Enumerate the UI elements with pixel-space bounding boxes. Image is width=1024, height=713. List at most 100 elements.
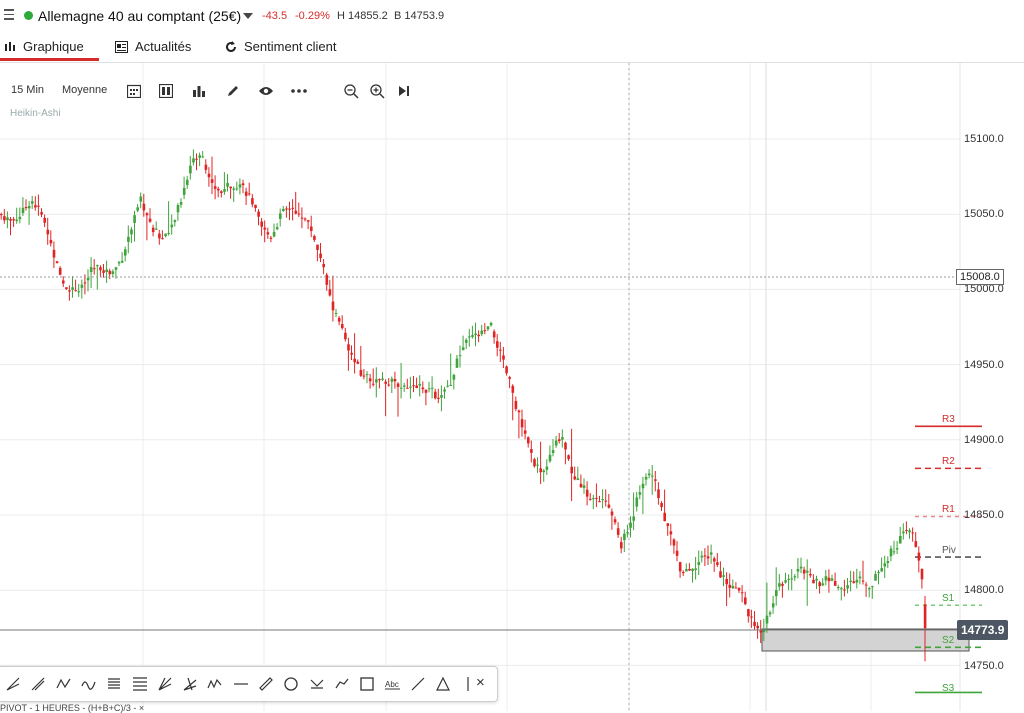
candle-body [790, 578, 794, 580]
trend-line-icon[interactable] [30, 676, 46, 692]
candle-body [554, 440, 558, 446]
indicator-selector[interactable]: Moyenne [62, 84, 107, 96]
chevron-down-icon[interactable] [243, 13, 253, 19]
candle-body [437, 397, 440, 399]
tab-sentiment[interactable]: Sentiment client [225, 39, 337, 54]
candle-body [71, 287, 74, 290]
circle-icon[interactable] [283, 676, 299, 692]
eye-icon[interactable] [258, 85, 274, 97]
bar-chart-icon[interactable] [192, 84, 206, 98]
pitchfork-icon[interactable] [182, 676, 198, 692]
candle-body [669, 531, 673, 535]
refresh-icon [226, 40, 236, 52]
candle-body [93, 268, 96, 270]
candle-body [744, 597, 747, 605]
candle-body [186, 179, 189, 185]
candle-body [415, 385, 418, 389]
candle-body [96, 265, 99, 267]
candle-body [418, 383, 422, 386]
gann-fan-icon[interactable] [157, 676, 173, 692]
zoom-in-icon[interactable] [370, 84, 385, 99]
candles [0, 149, 927, 662]
fib-fan-icon[interactable] [5, 676, 21, 692]
skip-to-end-icon[interactable] [398, 85, 410, 97]
candle-body [871, 586, 874, 588]
more-icon[interactable] [291, 88, 307, 94]
candle-body [517, 410, 521, 413]
candle-body [251, 198, 254, 205]
pencil-icon[interactable] [226, 84, 240, 98]
candle-body [285, 208, 288, 210]
candle-body [114, 267, 118, 270]
candle-body [539, 468, 542, 473]
rectangle-icon[interactable] [359, 676, 375, 692]
candle-body [235, 188, 239, 190]
candle-body [654, 479, 657, 481]
price-chart[interactable] [0, 63, 1024, 711]
candle-body [868, 588, 871, 590]
candle-body [644, 476, 648, 480]
candle-body [802, 569, 806, 574]
triangle-icon[interactable] [435, 676, 451, 692]
gann-grid-icon[interactable] [106, 676, 122, 692]
candle-body [173, 220, 177, 223]
ruler-icon[interactable] [258, 676, 274, 692]
candle-body [864, 584, 868, 586]
candle-body [840, 588, 843, 590]
tab-chart[interactable]: Graphique [4, 39, 84, 54]
candle-body [905, 530, 908, 532]
candle-body [858, 576, 862, 579]
candle-body [725, 578, 728, 585]
path-icon[interactable] [334, 676, 350, 692]
candle-body [632, 516, 635, 521]
candle-body [703, 555, 707, 557]
candle-body [27, 206, 31, 209]
tab-news[interactable]: Actualités [115, 39, 191, 54]
candle-body [269, 237, 273, 239]
candle-body [821, 583, 825, 586]
candle-body [424, 389, 428, 393]
elliott-wave-icon[interactable] [207, 676, 223, 692]
candle-body [412, 385, 415, 387]
layout-icon[interactable] [159, 84, 173, 98]
close-toolbar-button[interactable]: × [476, 674, 485, 691]
hamburger-menu-icon[interactable] [4, 9, 14, 23]
text-icon[interactable]: Abc [384, 676, 401, 692]
zoom-out-icon[interactable] [344, 84, 359, 99]
y-tick-label: 15100.0 [964, 133, 1004, 145]
candle-body [548, 454, 552, 462]
candle-body [697, 562, 701, 566]
candle-body [914, 541, 918, 547]
pivot-label-piv: Piv [942, 545, 956, 556]
calendar-icon[interactable] [127, 84, 141, 98]
candle-body [37, 205, 40, 207]
pivot-label-s1: S1 [942, 593, 955, 604]
candle-body [737, 587, 741, 591]
vertical-line-icon[interactable] [460, 676, 476, 692]
candle-body [486, 326, 490, 330]
zigzag-icon[interactable] [56, 676, 72, 692]
candle-body [151, 227, 155, 233]
candle-body [585, 489, 589, 497]
tab-chart-label: Graphique [23, 39, 84, 54]
candle-body [220, 191, 223, 193]
candle-body [651, 475, 654, 477]
fib-retracement-icon[interactable] [132, 676, 148, 692]
wave-icon[interactable] [81, 676, 97, 692]
candle-body [899, 536, 902, 544]
horizontal-line-icon[interactable] [233, 676, 249, 692]
candle-body [740, 592, 744, 594]
ray-icon[interactable] [410, 676, 426, 692]
candle-body [142, 203, 146, 211]
candle-body [68, 290, 71, 292]
instrument-name[interactable]: Allemagne 40 au comptant (25€) [38, 8, 241, 24]
candle-body [74, 290, 77, 292]
candle-body [818, 582, 821, 587]
trend-angle-icon[interactable] [309, 676, 325, 692]
candle-body [629, 522, 632, 528]
candle-body [124, 249, 127, 256]
candle-body [49, 239, 53, 244]
candle-body [260, 221, 263, 227]
candle-body [685, 569, 688, 572]
interval-selector[interactable]: 15 Min [11, 84, 44, 96]
